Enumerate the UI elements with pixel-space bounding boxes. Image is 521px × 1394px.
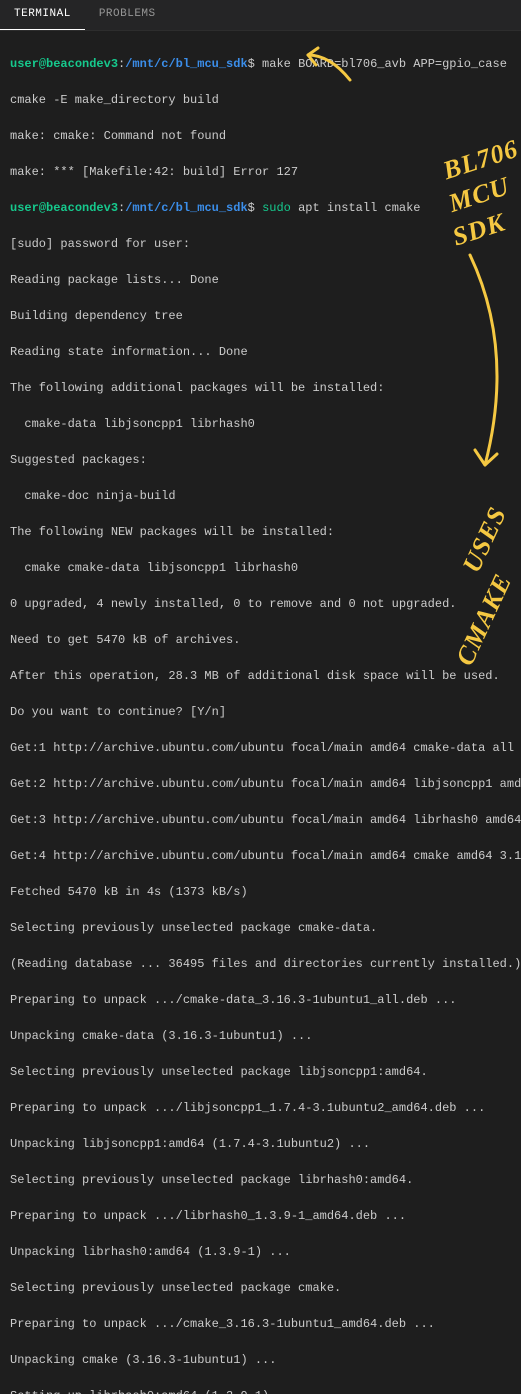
prompt-dollar: $ <box>248 201 255 215</box>
command-text: make BOARD=bl706_avb APP=gpio_case <box>255 57 507 71</box>
tab-bar: TERMINAL PROBLEMS <box>0 0 521 31</box>
terminal-line: Reading state information... Done <box>10 343 511 361</box>
terminal-line: Suggested packages: <box>10 451 511 469</box>
terminal-line: Get:3 http://archive.ubuntu.com/ubuntu f… <box>10 811 511 829</box>
terminal-line: make: *** [Makefile:42: build] Error 127 <box>10 163 511 181</box>
tab-terminal[interactable]: TERMINAL <box>0 0 85 30</box>
prompt-path: /mnt/c/bl_mcu_sdk <box>125 57 247 71</box>
prompt-at: @ <box>39 57 46 71</box>
command-text: apt install cmake <box>291 201 421 215</box>
terminal-line: Fetched 5470 kB in 4s (1373 kB/s) <box>10 883 511 901</box>
terminal-line: Selecting previously unselected package … <box>10 919 511 937</box>
terminal-line: The following additional packages will b… <box>10 379 511 397</box>
terminal-line: Selecting previously unselected package … <box>10 1279 511 1297</box>
terminal-line: user@beacondev3:/mnt/c/bl_mcu_sdk$ make … <box>10 55 511 73</box>
terminal-line: Unpacking cmake-data (3.16.3-1ubuntu1) .… <box>10 1027 511 1045</box>
terminal-line: After this operation, 28.3 MB of additio… <box>10 667 511 685</box>
terminal-line: Get:4 http://archive.ubuntu.com/ubuntu f… <box>10 847 511 865</box>
prompt-at: @ <box>39 201 46 215</box>
prompt-host: beacondev3 <box>46 201 118 215</box>
terminal-line: user@beacondev3:/mnt/c/bl_mcu_sdk$ sudo … <box>10 199 511 217</box>
terminal-line: Selecting previously unselected package … <box>10 1171 511 1189</box>
terminal-line: cmake-doc ninja-build <box>10 487 511 505</box>
terminal-line: Get:1 http://archive.ubuntu.com/ubuntu f… <box>10 739 511 757</box>
terminal-line: The following NEW packages will be insta… <box>10 523 511 541</box>
terminal-line: cmake cmake-data libjsoncpp1 librhash0 <box>10 559 511 577</box>
terminal-line: 0 upgraded, 4 newly installed, 0 to remo… <box>10 595 511 613</box>
terminal-line: Reading package lists... Done <box>10 271 511 289</box>
sudo-text: sudo <box>262 201 291 215</box>
prompt-host: beacondev3 <box>46 57 118 71</box>
command-text <box>255 201 262 215</box>
tab-problems[interactable]: PROBLEMS <box>85 0 170 30</box>
prompt-path: /mnt/c/bl_mcu_sdk <box>125 201 247 215</box>
prompt-dollar: $ <box>248 57 255 71</box>
terminal-line: Setting up librhash0:amd64 (1.3.9-1) ... <box>10 1387 511 1394</box>
terminal-line: Preparing to unpack .../cmake_3.16.3-1ub… <box>10 1315 511 1333</box>
terminal-line: Preparing to unpack .../libjsoncpp1_1.7.… <box>10 1099 511 1117</box>
terminal-line: Get:2 http://archive.ubuntu.com/ubuntu f… <box>10 775 511 793</box>
terminal-line: (Reading database ... 36495 files and di… <box>10 955 511 973</box>
prompt-user: user <box>10 201 39 215</box>
terminal-line: Selecting previously unselected package … <box>10 1063 511 1081</box>
terminal-line: cmake -E make_directory build <box>10 91 511 109</box>
terminal-line: [sudo] password for user: <box>10 235 511 253</box>
terminal-line: Unpacking libjsoncpp1:amd64 (1.7.4-3.1ub… <box>10 1135 511 1153</box>
terminal-output[interactable]: user@beacondev3:/mnt/c/bl_mcu_sdk$ make … <box>0 31 521 1394</box>
terminal-line: Need to get 5470 kB of archives. <box>10 631 511 649</box>
terminal-line: Building dependency tree <box>10 307 511 325</box>
terminal-line: Preparing to unpack .../cmake-data_3.16.… <box>10 991 511 1009</box>
terminal-line: cmake-data libjsoncpp1 librhash0 <box>10 415 511 433</box>
terminal-line: Unpacking cmake (3.16.3-1ubuntu1) ... <box>10 1351 511 1369</box>
prompt-user: user <box>10 57 39 71</box>
terminal-line: Preparing to unpack .../librhash0_1.3.9-… <box>10 1207 511 1225</box>
terminal-line: make: cmake: Command not found <box>10 127 511 145</box>
terminal-line: Unpacking librhash0:amd64 (1.3.9-1) ... <box>10 1243 511 1261</box>
terminal-line: Do you want to continue? [Y/n] <box>10 703 511 721</box>
